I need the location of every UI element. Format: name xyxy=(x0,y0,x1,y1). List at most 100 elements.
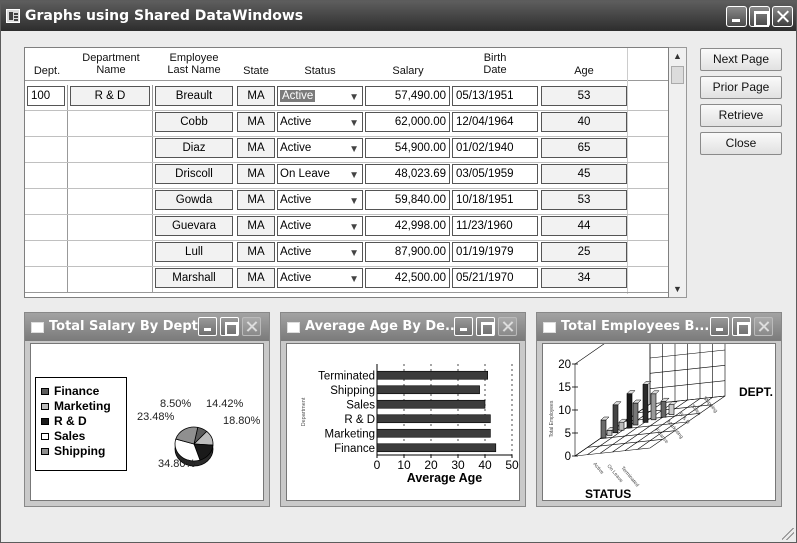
salary-cell[interactable]: 59,840.00 xyxy=(365,190,450,210)
state-cell[interactable]: MA xyxy=(237,268,275,288)
y-axis-label: Department xyxy=(301,397,307,426)
employees-chart-area: 0 5 10 15 20 Total Employees Active On Leave Ter… xyxy=(542,343,776,501)
header-separator xyxy=(25,80,668,81)
header-status: Status xyxy=(304,65,336,77)
scroll-thumb[interactable] xyxy=(671,66,684,84)
employees-panel-title: Total Employees B... xyxy=(561,319,710,334)
main-window: Graphs using Shared DataWindows Dept. De… xyxy=(0,0,797,543)
close-window-button[interactable] xyxy=(772,6,793,27)
status-dropdown[interactable]: Active ▼ xyxy=(277,86,363,106)
chevron-down-icon[interactable]: ▼ xyxy=(349,141,359,159)
dept-id-cell[interactable]: 100 xyxy=(27,86,65,106)
panel-close-button[interactable] xyxy=(242,317,261,336)
employee-datawindow[interactable]: Dept. Department Name Employee Last Name… xyxy=(24,47,669,298)
status-value: Active xyxy=(280,194,312,206)
status-dropdown[interactable]: Active ▼ xyxy=(277,112,363,132)
state-cell[interactable]: MA xyxy=(237,164,275,184)
birth-date-cell[interactable]: 10/18/1951 xyxy=(452,190,538,210)
birth-date-cell[interactable]: 12/04/1964 xyxy=(452,112,538,132)
birth-date-cell[interactable]: 03/05/1959 xyxy=(452,164,538,184)
status-dropdown[interactable]: Active ▼ xyxy=(277,216,363,236)
birth-date-cell[interactable]: 01/02/1940 xyxy=(452,138,538,158)
last-name-cell[interactable]: Guevara xyxy=(155,216,233,236)
salary-cell[interactable]: 42,500.00 xyxy=(365,268,450,288)
panel-close-button[interactable] xyxy=(498,317,517,336)
close-button[interactable]: Close xyxy=(700,132,782,155)
chevron-down-icon[interactable]: ▼ xyxy=(349,245,359,263)
birth-date-cell[interactable]: 11/23/1960 xyxy=(452,216,538,236)
chevron-down-icon[interactable]: ▼ xyxy=(349,167,359,185)
legend-item: Finance xyxy=(41,384,126,399)
state-cell[interactable]: MA xyxy=(237,242,275,262)
bar-3d xyxy=(668,404,675,415)
salary-cell[interactable]: 87,900.00 xyxy=(365,242,450,262)
vertical-scrollbar[interactable]: ▲ ▼ xyxy=(669,47,687,298)
chevron-down-icon[interactable]: ▼ xyxy=(349,115,359,133)
y-tick-label: 15 xyxy=(558,382,571,394)
employees-panel-titlebar[interactable]: Total Employees B... xyxy=(537,313,781,341)
scroll-up-icon[interactable]: ▲ xyxy=(669,48,686,64)
state-cell[interactable]: MA xyxy=(237,216,275,236)
birth-date-cell[interactable]: 01/19/1979 xyxy=(452,242,538,262)
chevron-down-icon[interactable]: ▼ xyxy=(349,89,359,107)
last-name-cell[interactable]: Lull xyxy=(155,242,233,262)
scroll-down-icon[interactable]: ▼ xyxy=(669,281,686,297)
status-dropdown[interactable]: Active ▼ xyxy=(277,242,363,262)
y-tick-label: R & D xyxy=(344,414,375,426)
panel-minimize-button[interactable] xyxy=(198,317,217,336)
last-name-cell[interactable]: Marshall xyxy=(155,268,233,288)
state-cell[interactable]: MA xyxy=(237,86,275,106)
salary-cell[interactable]: 54,900.00 xyxy=(365,138,450,158)
panel-maximize-button[interactable] xyxy=(220,317,239,336)
panel-window-icon xyxy=(287,322,300,333)
status-dropdown[interactable]: Active ▼ xyxy=(277,138,363,158)
row-divider xyxy=(25,162,668,163)
age-by-dept-panel: Average Age By De... Terminated Shipping S… xyxy=(280,312,526,507)
chevron-down-icon[interactable]: ▼ xyxy=(349,219,359,237)
bar-3d-top xyxy=(612,401,622,406)
status-value: On Leave xyxy=(280,168,330,180)
header-employee-line2: Last Name xyxy=(167,64,221,76)
status-dropdown[interactable]: Active ▼ xyxy=(277,268,363,288)
panel-minimize-button[interactable] xyxy=(710,317,729,336)
resize-grip-icon[interactable] xyxy=(782,528,794,540)
state-cell[interactable]: MA xyxy=(237,190,275,210)
maximize-button[interactable] xyxy=(749,6,770,27)
salary-panel-titlebar[interactable]: Total Salary By Dept. xyxy=(25,313,269,341)
last-name-cell[interactable]: Diaz xyxy=(155,138,233,158)
next-page-button[interactable]: Next Page xyxy=(700,48,782,71)
last-name-cell[interactable]: Cobb xyxy=(155,112,233,132)
last-name-cell[interactable]: Gowda xyxy=(155,190,233,210)
panel-maximize-button[interactable] xyxy=(732,317,751,336)
bar-3d xyxy=(606,430,613,436)
dept-name-cell[interactable]: R & D xyxy=(70,86,150,106)
chevron-down-icon[interactable]: ▼ xyxy=(349,271,359,289)
row-divider xyxy=(25,188,668,189)
status-dropdown[interactable]: Active ▼ xyxy=(277,190,363,210)
state-cell[interactable]: MA xyxy=(237,138,275,158)
status-dropdown[interactable]: On Leave ▼ xyxy=(277,164,363,184)
salary-cell[interactable]: 62,000.00 xyxy=(365,112,450,132)
panel-minimize-button[interactable] xyxy=(454,317,473,336)
bar-3d-top xyxy=(632,399,642,404)
salary-cell[interactable]: 48,023.69 xyxy=(365,164,450,184)
header-age: Age xyxy=(574,65,594,77)
y-tick-label: 20 xyxy=(558,359,571,371)
chevron-down-icon[interactable]: ▼ xyxy=(349,193,359,211)
birth-date-cell[interactable]: 05/21/1970 xyxy=(452,268,538,288)
last-name-cell[interactable]: Driscoll xyxy=(155,164,233,184)
panel-maximize-button[interactable] xyxy=(476,317,495,336)
age-panel-title: Average Age By De... xyxy=(305,319,460,334)
title-bar[interactable]: Graphs using Shared DataWindows xyxy=(1,1,796,31)
state-cell[interactable]: MA xyxy=(237,112,275,132)
bar xyxy=(376,414,491,424)
last-name-cell[interactable]: Breault xyxy=(155,86,233,106)
salary-cell[interactable]: 42,998.00 xyxy=(365,216,450,236)
retrieve-button[interactable]: Retrieve xyxy=(700,104,782,127)
birth-date-cell[interactable]: 05/13/1951 xyxy=(452,86,538,106)
panel-close-button[interactable] xyxy=(754,317,773,336)
minimize-button[interactable] xyxy=(726,6,747,27)
prior-page-button[interactable]: Prior Page xyxy=(700,76,782,99)
age-panel-titlebar[interactable]: Average Age By De... xyxy=(281,313,525,341)
salary-cell[interactable]: 57,490.00 xyxy=(365,86,450,106)
